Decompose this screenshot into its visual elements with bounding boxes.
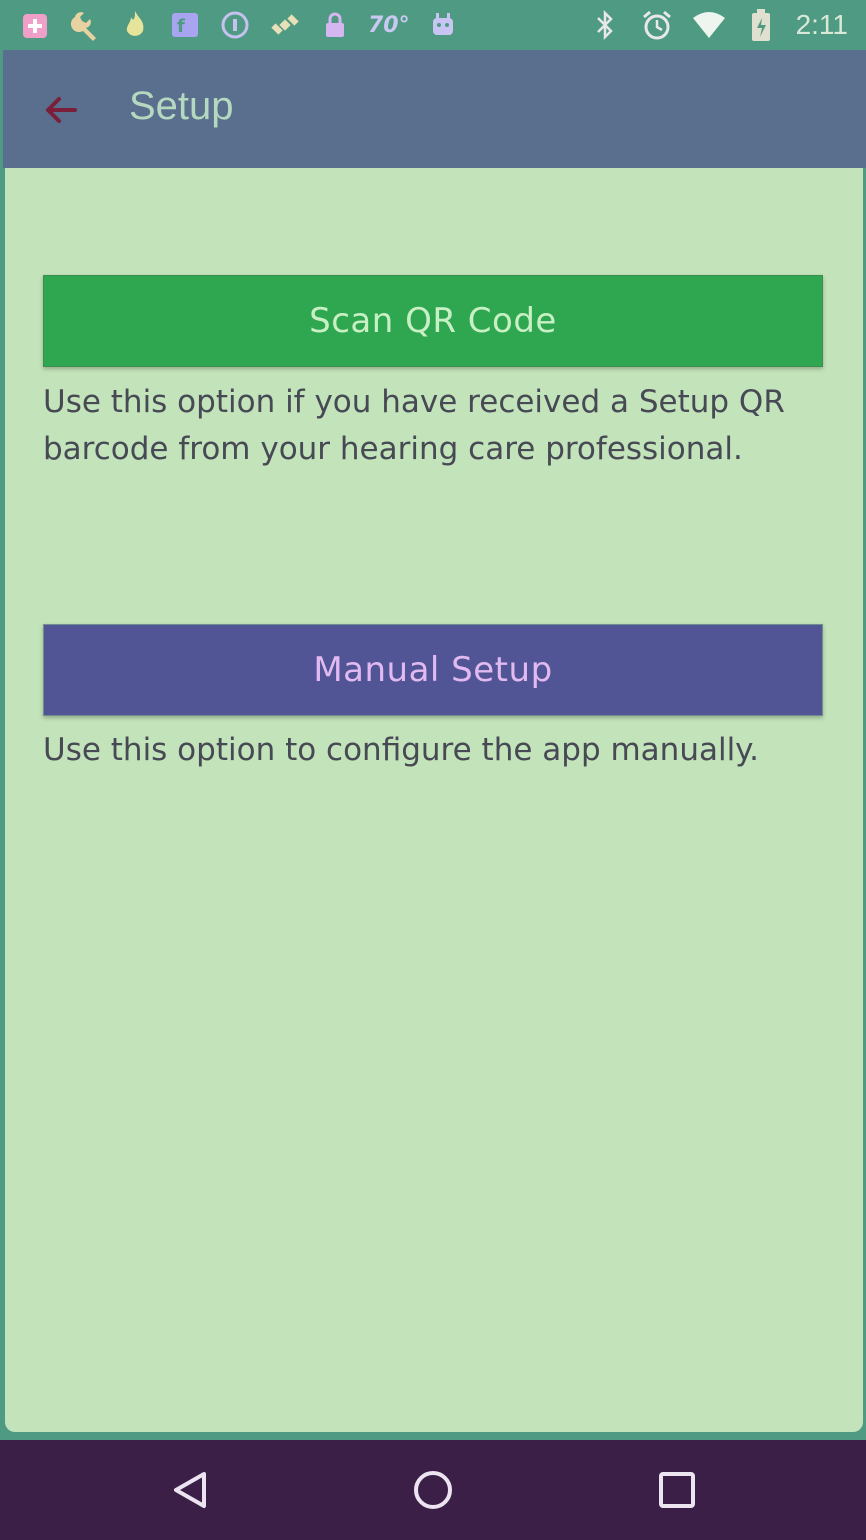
alarm-icon: [640, 8, 674, 42]
nav-back-button[interactable]: [160, 1460, 220, 1520]
page-title: Setup: [129, 84, 234, 128]
nav-home-icon: [414, 1471, 452, 1509]
wifi-icon: [692, 8, 726, 42]
battery-icon: [744, 8, 778, 42]
lock-icon: [318, 8, 352, 42]
android-icon: [426, 8, 460, 42]
nav-recents-button[interactable]: [647, 1460, 707, 1520]
back-button[interactable]: [33, 82, 89, 138]
nav-recents-icon: [659, 1472, 695, 1508]
status-bar: f 70° 2:11: [0, 0, 866, 50]
status-bar-system-icons: 2:11: [588, 0, 848, 50]
app-bar: Setup: [0, 50, 866, 168]
scan-qr-description: Use this option if you have received a S…: [43, 384, 785, 467]
flame-icon: [118, 8, 152, 42]
svg-text:f: f: [177, 16, 185, 37]
navigation-bar: [0, 1440, 866, 1540]
satellite-icon: [268, 8, 302, 42]
clock-time: 2:11: [795, 9, 848, 40]
nav-home-button[interactable]: [403, 1460, 463, 1520]
fake-news-icon: f: [168, 8, 202, 42]
status-bar-notification-icons: f 70°: [18, 0, 460, 50]
info-circle-icon: [218, 8, 252, 42]
nav-back-icon: [174, 1472, 206, 1508]
wrench-icon: [68, 8, 102, 42]
arrow-back-icon: [46, 97, 77, 123]
bluetooth-icon: [588, 8, 622, 42]
health-icon: [18, 8, 52, 42]
setup-content: Scan QR Code Use this option if you have…: [5, 168, 863, 1432]
temperature-label: 70°: [368, 12, 410, 38]
scan-qr-code-button[interactable]: Scan QR Code: [43, 275, 823, 367]
manual-setup-button[interactable]: Manual Setup: [43, 624, 823, 716]
manual-setup-description: Use this option to configure the app man…: [43, 732, 759, 768]
